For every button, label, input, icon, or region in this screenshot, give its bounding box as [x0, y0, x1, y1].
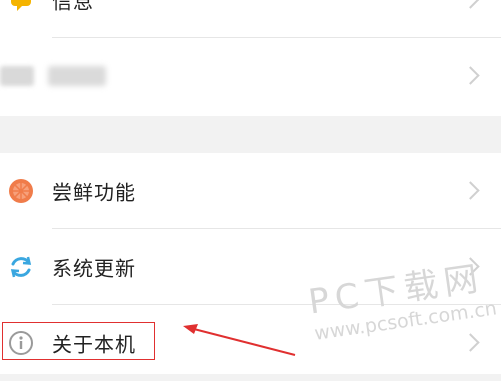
- message-icon: [8, 0, 34, 13]
- settings-item-experimental-label: 尝鲜功能: [52, 180, 136, 205]
- blurred-icon: [0, 66, 34, 86]
- settings-item-messages[interactable]: 信息: [0, 0, 501, 38]
- orange-slice-icon: [8, 178, 34, 204]
- chevron-right-icon: [461, 66, 480, 85]
- blurred-label: [48, 66, 106, 86]
- chevron-right-icon: [461, 181, 480, 200]
- refresh-icon: [8, 254, 34, 280]
- chevron-right-icon: [461, 0, 480, 9]
- annotation-arrow-icon: [183, 324, 296, 356]
- highlight-box: [2, 322, 155, 360]
- settings-list-top: 信息: [0, 0, 501, 116]
- settings-item-messages-label: 信息: [52, 0, 94, 14]
- settings-item-experimental[interactable]: 尝鲜功能: [0, 153, 501, 229]
- chevron-right-icon: [461, 333, 480, 352]
- settings-item-system-update-label: 系统更新: [52, 256, 136, 281]
- settings-item-blurred[interactable]: [0, 38, 501, 114]
